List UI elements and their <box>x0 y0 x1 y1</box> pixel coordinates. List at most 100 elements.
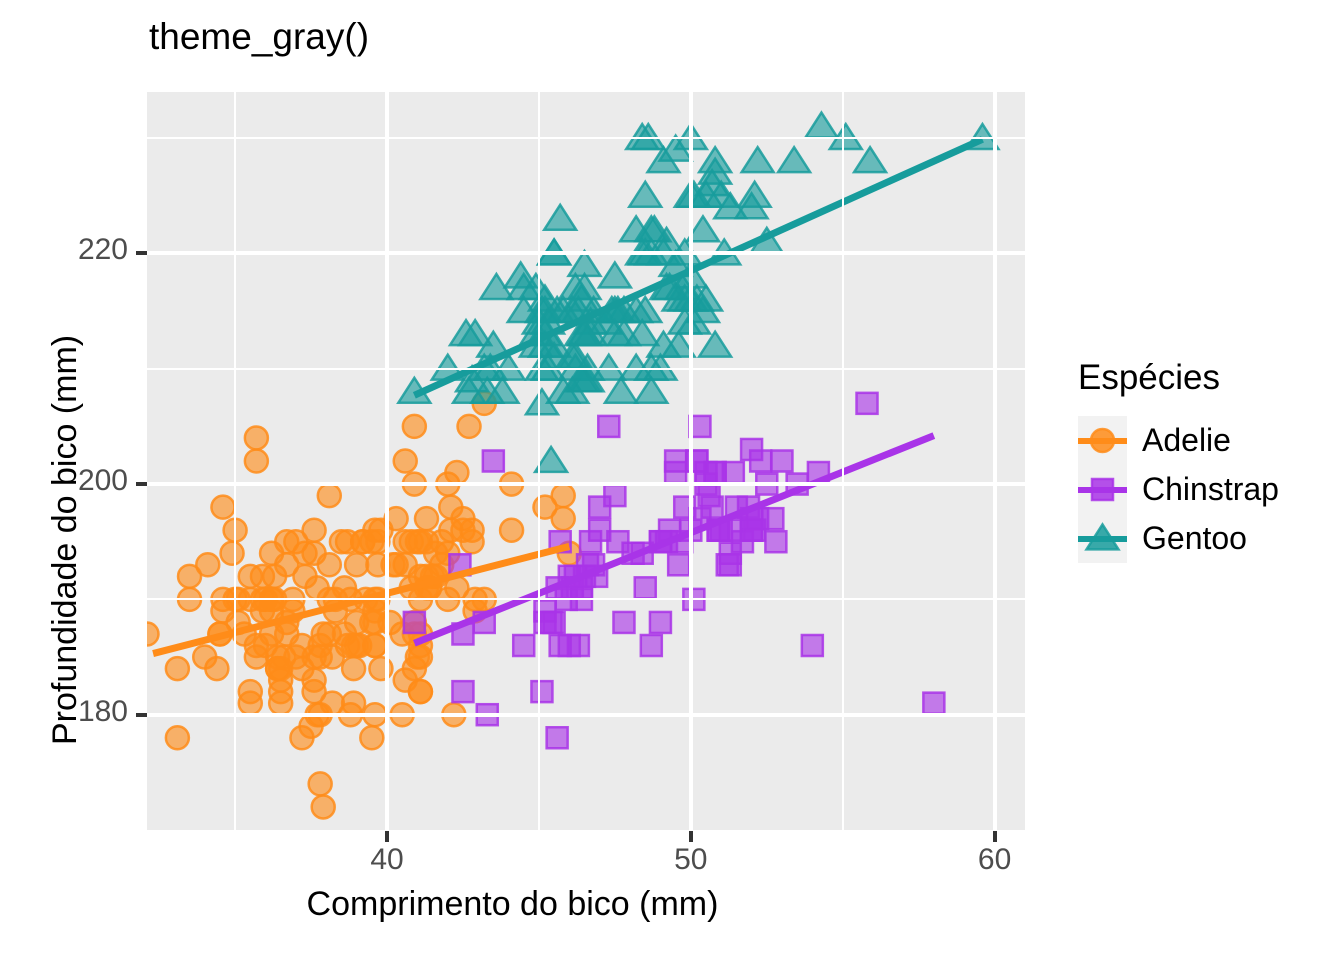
x-tick-label: 60 <box>977 843 1012 876</box>
data-point <box>855 391 879 416</box>
data-point <box>316 552 343 578</box>
plot-title: theme_gray() <box>149 16 370 57</box>
data-point <box>633 576 657 600</box>
y-tick-mark <box>136 482 147 487</box>
legend-label: Adelie <box>1142 422 1231 458</box>
legend-key-circle-icon <box>1078 416 1127 465</box>
y-tick-label: 180 <box>77 694 128 728</box>
data-point <box>404 644 431 670</box>
data-point <box>597 414 621 439</box>
data-point <box>511 633 536 658</box>
x-tick-mark <box>385 831 389 842</box>
data-point <box>803 110 840 139</box>
data-point <box>550 482 576 509</box>
legend-item-gentoo[interactable]: Gentoo <box>1078 514 1279 563</box>
plot-panel <box>147 92 1025 830</box>
data-point <box>612 610 636 635</box>
data-point <box>343 552 370 578</box>
data-point <box>298 713 324 739</box>
data-point <box>450 517 476 543</box>
data-point <box>407 528 434 555</box>
data-point <box>401 413 428 440</box>
data-point <box>602 375 640 404</box>
data-point <box>340 655 367 682</box>
gridline-minor-horizontal <box>147 367 1025 370</box>
data-point <box>578 529 603 554</box>
data-point <box>451 679 475 704</box>
data-point <box>444 459 470 486</box>
data-point <box>648 610 673 635</box>
data-point <box>481 449 506 473</box>
data-point <box>176 563 203 590</box>
x-tick-mark <box>992 831 997 842</box>
legend-items: Adelie Chinstrap Gentoo <box>1078 416 1279 563</box>
gridline-minor-vertical <box>537 92 540 830</box>
data-point <box>264 644 291 670</box>
legend: Espécies Adelie Chinstrap Gentoo <box>1078 358 1279 563</box>
data-point <box>800 633 825 658</box>
gridline-major-horizontal <box>147 712 1025 717</box>
data-point <box>530 679 554 704</box>
y-tick-mark <box>136 251 147 256</box>
data-point <box>210 494 236 520</box>
y-tick-label: 220 <box>77 233 128 267</box>
data-point <box>362 598 388 624</box>
data-point <box>164 655 191 682</box>
data-point <box>147 621 160 647</box>
gridline-major-horizontal <box>147 251 1025 256</box>
data-point <box>696 144 734 174</box>
data-point <box>328 528 355 555</box>
data-point <box>775 144 813 174</box>
data-point <box>666 553 691 577</box>
data-point <box>428 528 455 555</box>
data-point <box>392 448 418 474</box>
data-point <box>191 644 218 670</box>
data-point <box>243 632 270 659</box>
data-point <box>715 553 740 577</box>
data-point <box>334 632 361 659</box>
x-axis-title: Comprimento do bico (mm) <box>306 885 719 923</box>
data-point <box>663 449 688 473</box>
data-point <box>243 425 270 451</box>
gridline-major-vertical <box>688 92 693 830</box>
data-point <box>219 540 245 566</box>
y-tick-mark <box>136 712 147 717</box>
gridline-major-vertical <box>992 92 997 830</box>
data-point <box>267 690 294 716</box>
data-point <box>587 495 612 519</box>
data-point <box>922 691 946 715</box>
data-point <box>261 563 288 590</box>
legend-title: Espécies <box>1078 358 1221 397</box>
legend-key-line <box>1078 487 1127 493</box>
data-point <box>359 725 385 751</box>
data-point <box>770 449 794 473</box>
y-axis-title: Profundidade do bico (mm) <box>46 334 84 745</box>
data-point <box>316 482 343 509</box>
ggplot-scatter-plot: theme_gray() 180 200 220 40 50 60 Profundidad… <box>0 0 1344 960</box>
x-tick-label: 50 <box>674 843 708 876</box>
legend-key-square-icon <box>1078 465 1127 514</box>
data-point <box>438 494 464 520</box>
data-point <box>267 667 294 693</box>
data-point <box>626 179 664 208</box>
y-tick-label: 200 <box>77 464 128 498</box>
data-point <box>310 621 336 647</box>
data-point <box>456 413 482 440</box>
gridline-minor-vertical <box>841 92 844 830</box>
data-point <box>639 633 664 658</box>
data-point <box>362 632 388 659</box>
data-point <box>742 518 767 542</box>
legend-item-chinstrap[interactable]: Chinstrap <box>1078 465 1279 514</box>
data-layer <box>147 110 1001 820</box>
data-point <box>243 448 270 474</box>
data-point <box>739 144 776 174</box>
data-point <box>319 690 346 716</box>
data-point <box>700 495 724 519</box>
data-point <box>541 202 579 232</box>
legend-item-adelie[interactable]: Adelie <box>1078 416 1279 465</box>
data-point <box>307 771 333 797</box>
gridline-minor-horizontal <box>147 598 1025 601</box>
legend-key-line <box>1078 536 1127 542</box>
gridline-minor-horizontal <box>147 137 1025 140</box>
data-point <box>237 678 264 705</box>
